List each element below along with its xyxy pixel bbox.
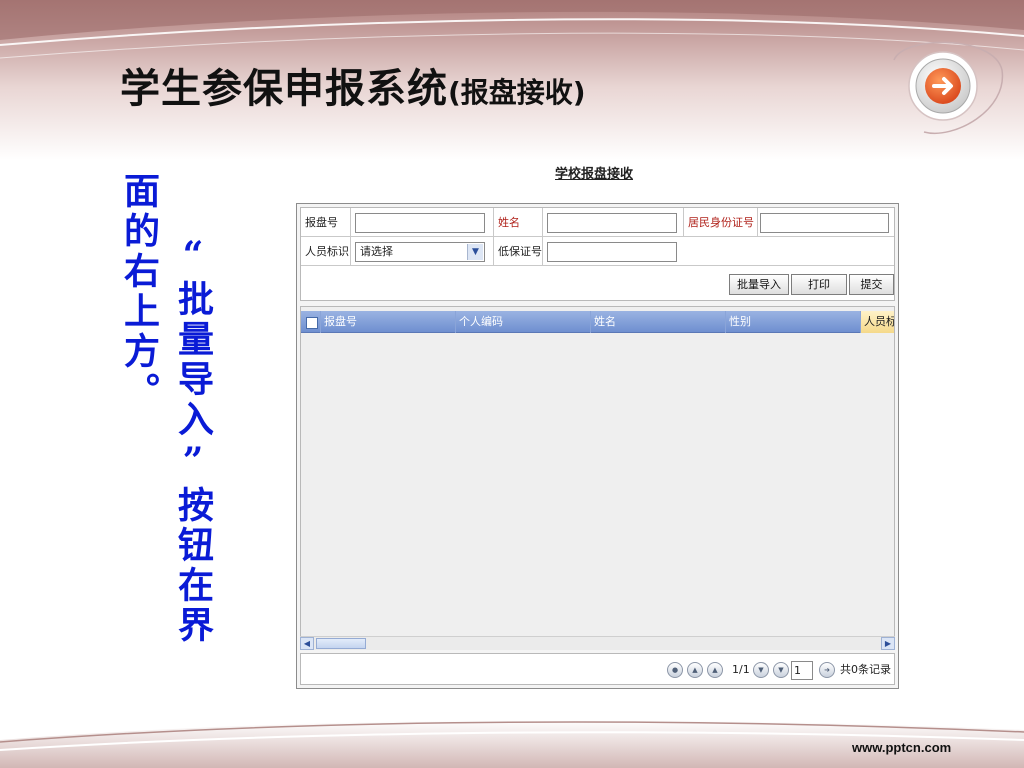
record-count: 共0条记录 — [840, 663, 891, 676]
select-all-cell — [301, 311, 321, 333]
column-header[interactable]: 性别 — [726, 311, 861, 333]
submit-button[interactable]: 提交 — [849, 274, 894, 295]
form-row-2: 人员标识 请选择 ▼ 低保证号 — [301, 237, 894, 266]
low-insurance-input[interactable] — [547, 242, 677, 262]
person-type-value: 请选择 — [360, 245, 393, 258]
person-type-select[interactable]: 请选择 ▼ — [355, 242, 485, 262]
footer-url: www.pptcn.com — [852, 740, 952, 755]
disk-no-input[interactable] — [355, 213, 485, 233]
slide-title: 学生参保申报系统(报盘接收) — [120, 56, 586, 114]
horizontal-scrollbar[interactable]: ◀ ▶ — [300, 636, 895, 650]
print-button[interactable]: 打印 — [791, 274, 847, 295]
id-number-input[interactable] — [760, 213, 889, 233]
id-number-label: 居民身份证号 — [683, 208, 758, 237]
name-label: 姓名 — [493, 208, 543, 237]
name-input[interactable] — [547, 213, 677, 233]
last-page-icon[interactable]: ▼ — [773, 662, 789, 678]
search-icon[interactable]: ● — [667, 662, 683, 678]
column-header[interactable]: 个人编码 — [456, 311, 591, 333]
scroll-right-icon[interactable]: ▶ — [881, 637, 895, 650]
disk-receive-panel: 报盘号 姓名 居民身份证号 人员标识 请选择 ▼ 低保证号 批量导入 打印 提交 — [296, 203, 899, 689]
app-heading: 学校报盘接收 — [555, 167, 634, 182]
records-grid: 报盘号 个人编码 姓名 性别 人员标 — [300, 306, 895, 650]
column-header[interactable]: 姓名 — [591, 311, 726, 333]
column-header[interactable]: 人员标 — [861, 311, 894, 333]
form-row-1: 报盘号 姓名 居民身份证号 — [301, 208, 894, 237]
slide-title-main: 学生参保申报系统 — [120, 66, 448, 112]
caption-line-1: “批量导入”按钮在界 — [172, 234, 214, 646]
instruction-caption: “批量导入”按钮在界 面的右上方。 — [112, 172, 220, 672]
form-toolbar: 批量导入 打印 提交 — [301, 266, 894, 300]
prev-page-icon[interactable]: ▲ — [707, 662, 723, 678]
grid-header: 报盘号 个人编码 姓名 性别 人员标 — [301, 311, 894, 333]
caption-line-2: 面的右上方。 — [118, 172, 160, 412]
search-form: 报盘号 姓名 居民身份证号 人员标识 请选择 ▼ 低保证号 批量导入 打印 提交 — [300, 207, 895, 301]
person-type-label: 人员标识 — [301, 237, 351, 266]
page-info: 1/1 — [732, 663, 750, 676]
column-header[interactable]: 报盘号 — [321, 311, 456, 333]
batch-import-button[interactable]: 批量导入 — [729, 274, 789, 295]
select-all-checkbox[interactable] — [306, 317, 318, 329]
first-page-icon[interactable]: ▲ — [687, 662, 703, 678]
footer-decoration — [0, 719, 1024, 768]
next-arrow-icon[interactable] — [884, 40, 1008, 140]
slide-title-suffix: (报盘接收) — [448, 76, 586, 109]
pagination-bar: ● ▲ ▲ 1/1 ▼ ▼ 1 ➜ 共0条记录 — [300, 653, 895, 685]
go-page-icon[interactable]: ➜ — [819, 662, 835, 678]
page-number-input[interactable]: 1 — [791, 661, 813, 680]
low-insurance-label: 低保证号 — [493, 237, 543, 266]
disk-no-label: 报盘号 — [301, 208, 351, 237]
scroll-thumb[interactable] — [316, 638, 366, 649]
next-page-icon[interactable]: ▼ — [753, 662, 769, 678]
chevron-down-icon[interactable]: ▼ — [467, 244, 483, 260]
scroll-left-icon[interactable]: ◀ — [300, 637, 314, 650]
